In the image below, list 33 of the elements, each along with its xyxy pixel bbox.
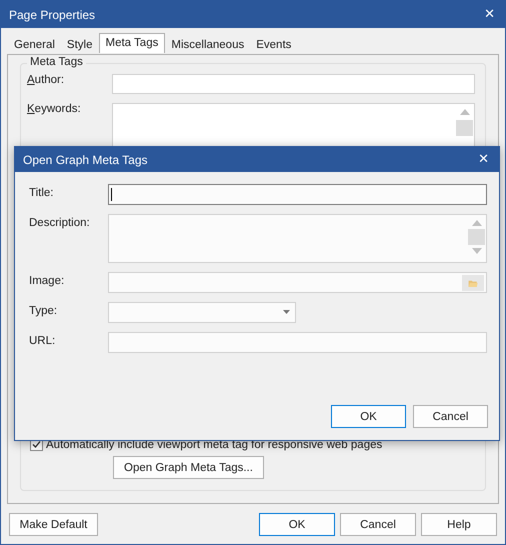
group-title: Meta Tags [27,56,86,68]
dialog-button[interactable]: Cancel [413,405,488,428]
scrollbar-thumb[interactable] [468,229,485,245]
tab[interactable]: Events [250,36,298,54]
scrollbar-thumb[interactable] [456,120,473,136]
field-label: Type: [29,304,58,317]
tab[interactable]: General [8,36,61,54]
field-label: Title: [29,186,54,199]
tab[interactable]: Style [60,36,98,54]
text-cursor [111,188,112,201]
text-area[interactable] [108,214,487,263]
browse-button[interactable] [462,275,484,291]
input-field[interactable] [108,184,487,205]
dialog-button[interactable]: Help [421,513,497,536]
close-button[interactable]: ✕ [482,7,497,22]
field-label: Keywords: [27,103,82,115]
check-icon [32,440,41,449]
dropdown-arrow-icon [283,310,290,314]
tab[interactable]: Meta Tags [98,33,166,53]
dialog-button[interactable]: OK [259,513,335,536]
tab[interactable]: Miscellaneous [165,36,250,54]
dropdown[interactable] [108,302,296,323]
dialog-title: Open Graph Meta Tags [23,152,148,166]
dialog-button[interactable]: Make Default [9,513,98,536]
dialog-button[interactable]: OK [331,405,406,428]
window-title: Page Properties [9,8,96,22]
field-label: Description: [29,216,91,229]
field-label: Author: [27,74,66,86]
dialog-button[interactable]: Cancel [340,513,416,536]
field-label: URL: [29,334,56,347]
field-label: Image: [29,274,66,287]
open-graph-button[interactable]: Open Graph Meta Tags... [113,456,264,479]
close-button[interactable]: ✕ [476,152,491,167]
